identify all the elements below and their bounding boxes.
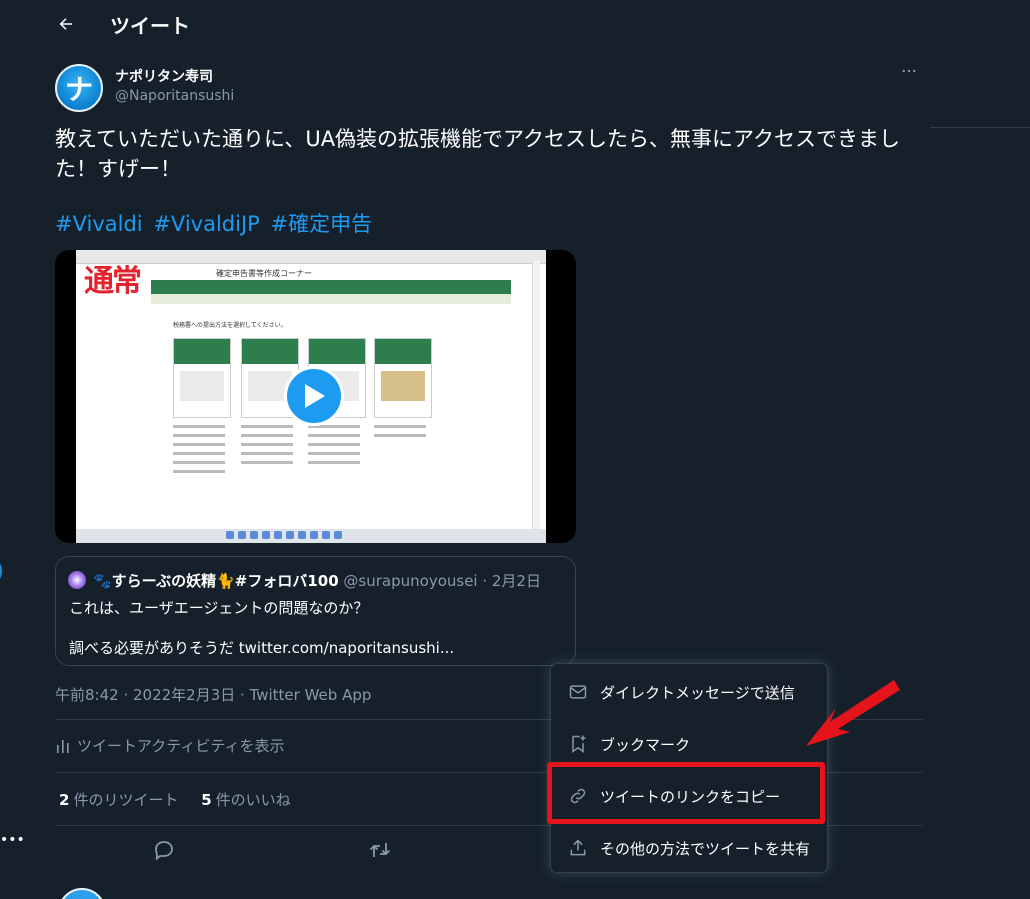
avatar-letter: ナ — [64, 73, 93, 106]
engagement-counts: 2 件のリツイート 5 件のいいね — [59, 789, 291, 810]
divider — [930, 127, 1030, 128]
menu-item-label: ダイレクトメッセージで送信 — [600, 683, 795, 702]
sidebar-more-icon[interactable]: ••• — [0, 832, 25, 848]
play-button[interactable] — [284, 366, 344, 426]
menu-item-label: ブックマーク — [600, 735, 691, 754]
site-header: 確定申告書等作成コーナー — [126, 266, 486, 280]
quote-avatar — [68, 571, 86, 589]
option-card — [173, 338, 231, 418]
menu-item-share-other[interactable]: その他の方法でツイートを共有 — [551, 822, 827, 874]
option-text — [308, 425, 366, 505]
avatar[interactable]: ナ — [55, 64, 103, 112]
option-text — [374, 425, 432, 505]
hashtag-link[interactable]: #Vivaldi — [55, 212, 143, 236]
quote-header: 🐾すらーぶの妖精🐈#フォロバ100 @surapunoyousei · 2月2日 — [93, 570, 541, 591]
author-handle[interactable]: @Naporitansushi — [115, 88, 234, 104]
browser-bar — [76, 250, 546, 264]
envelope-icon — [569, 685, 587, 699]
tweet-timestamp[interactable]: 午前8:42 · 2022年2月3日 · Twitter Web App — [55, 684, 371, 705]
sidebar-tweet-button[interactable] — [0, 555, 2, 587]
activity-label: ツイートアクティビティを表示 — [77, 737, 285, 755]
tweet-activity-link[interactable]: ツイートアクティビティを表示 — [55, 735, 284, 756]
bar-chart-icon — [57, 739, 69, 753]
retweets-link[interactable]: 2 件のリツイート — [59, 791, 178, 809]
overlay-stamp-text: 通常 — [84, 264, 142, 299]
site-section-label: 税務署への提出方法を選択してください。 — [173, 322, 287, 329]
quote-handle-date: @surapunoyousei · 2月2日 — [343, 572, 541, 590]
hashtag-link[interactable]: #VivaldiJP — [153, 212, 260, 236]
tweet-text: 教えていただいた通りに、UA偽装の拡張機能でアクセスしたら、無事にアクセスできま… — [55, 127, 900, 181]
quote-author-name: 🐾すらーぶの妖精🐈#フォロバ100 — [93, 572, 339, 590]
quote-tweet[interactable]: 🐾すらーぶの妖精🐈#フォロバ100 @surapunoyousei · 2月2日… — [55, 556, 576, 666]
author-name[interactable]: ナポリタン寿司 — [115, 66, 213, 86]
avatar[interactable] — [58, 888, 106, 899]
menu-item-label: その他の方法でツイートを共有 — [600, 839, 811, 858]
option-card — [374, 338, 432, 418]
retweet-button[interactable] — [368, 838, 392, 862]
page-title: ツイート — [110, 14, 190, 38]
reply-button[interactable] — [152, 838, 176, 862]
reply-icon — [155, 841, 173, 861]
highlight-box — [547, 762, 825, 824]
more-icon — [902, 69, 916, 73]
tweet-video[interactable]: 確定申告書等作成コーナー 税務署への提出方法を選択してください。 通常 — [55, 250, 576, 543]
site-green-bar — [151, 280, 511, 294]
play-icon — [305, 384, 325, 408]
browser-sidebar — [532, 260, 540, 530]
quote-text-line: これは、ユーザエージェントの問題なのか？ — [69, 599, 369, 617]
retweet-icon — [369, 843, 391, 857]
more-options-button[interactable] — [900, 62, 928, 86]
share-icon — [570, 839, 586, 856]
taskbar — [76, 529, 546, 543]
quote-text-line: 調べる必要がありそうだ twitter.com/naporitansushi..… — [69, 639, 455, 657]
option-text — [173, 425, 231, 505]
hashtags: #Vivaldi #VivaldiJP #確定申告 — [55, 209, 376, 239]
back-button[interactable] — [52, 10, 80, 38]
hashtag-link[interactable]: #確定申告 — [271, 212, 373, 236]
option-text — [241, 425, 299, 505]
annotation-arrow-icon — [806, 680, 900, 746]
likes-link[interactable]: 5 件のいいね — [201, 791, 290, 809]
arrow-left-icon — [59, 18, 72, 30]
bookmark-add-icon — [572, 735, 586, 753]
site-breadcrumb-bar — [151, 294, 511, 304]
site-title: 確定申告書等作成コーナー — [216, 269, 312, 278]
menu-item-direct-message[interactable]: ダイレクトメッセージで送信 — [551, 666, 827, 718]
